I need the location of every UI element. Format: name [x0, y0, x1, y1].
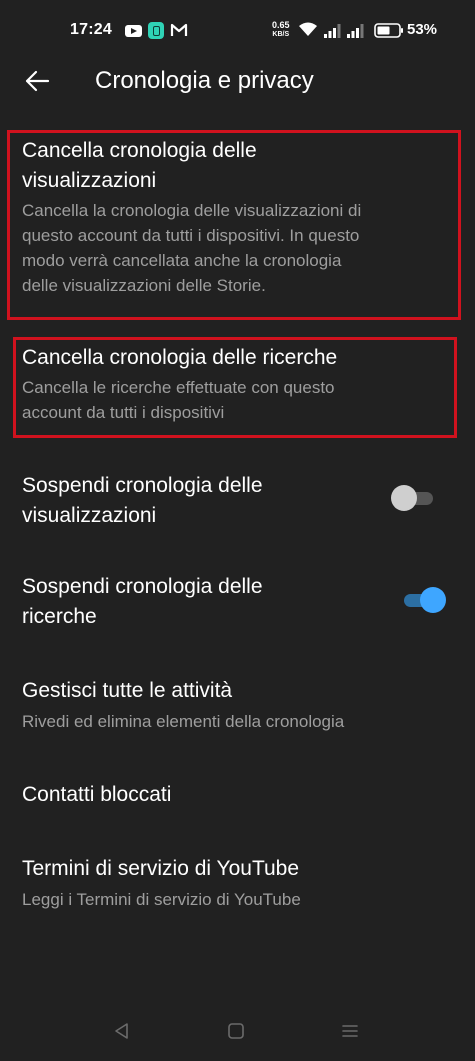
status-time: 17:24 — [70, 21, 112, 38]
title-line: Cancella cronologia delle — [22, 139, 257, 162]
pause-watch-history-title: Sospendi cronologia delle visualizzazion… — [22, 471, 263, 531]
pause-watch-history-toggle[interactable] — [391, 483, 437, 513]
network-speed: 0.65 KB/S — [272, 21, 290, 39]
description-line: questo account da tutti i dispositivi. I… — [22, 226, 360, 245]
pause-watch-history-item[interactable]: Sospendi cronologia delle visualizzazion… — [0, 465, 475, 537]
description-line: modo verrà cancellata anche la cronologi… — [22, 251, 342, 270]
page-title: Cronologia e privacy — [95, 67, 314, 94]
clear-search-history-title: Cancella cronologia delle ricerche — [22, 343, 337, 373]
clear-watch-history-description: Cancella la cronologia delle visualizzaz… — [22, 198, 361, 298]
description-line: Rivedi ed elimina elementi della cronolo… — [22, 712, 345, 731]
title-line: ricerche — [22, 605, 97, 628]
youtube-terms-description: Leggi i Termini di servizio di YouTube — [22, 887, 301, 912]
pause-search-history-title: Sospendi cronologia delle ricerche — [22, 572, 263, 632]
nav-back-icon[interactable] — [113, 1022, 131, 1040]
title-line: Gestisci tutte le attività — [22, 679, 233, 702]
manage-all-activity-item[interactable]: Gestisci tutte le attività Rivedi ed eli… — [0, 672, 475, 742]
clear-watch-history-title: Cancella cronologia delle visualizzazion… — [22, 136, 257, 196]
description-line: Cancella le ricerche effettuate con ques… — [22, 378, 335, 397]
pause-search-history-item[interactable]: Sospendi cronologia delle ricerche — [0, 568, 475, 640]
wifi-icon — [299, 22, 317, 36]
description-line: Leggi i Termini di servizio di YouTube — [22, 890, 301, 909]
description-line: Cancella la cronologia delle visualizzaz… — [22, 201, 362, 220]
youtube-terms-item[interactable]: Termini di servizio di YouTube Leggi i T… — [0, 848, 475, 918]
youtube-terms-title: Termini di servizio di YouTube — [22, 854, 299, 884]
battery-percent: 53% — [407, 21, 438, 38]
clear-search-history-description: Cancella le ricerche effettuate con ques… — [22, 375, 335, 425]
blocked-contacts-title: Contatti bloccati — [22, 780, 171, 810]
blocked-contacts-item[interactable]: Contatti bloccati — [0, 774, 475, 818]
network-speed-unit: KB/S — [272, 31, 290, 38]
title-line: Contatti bloccati — [22, 783, 172, 806]
app-notification-icon — [148, 22, 164, 39]
nav-home-icon[interactable] — [227, 1022, 245, 1040]
signal-icon-sim1 — [324, 24, 341, 38]
title-line: Sospendi cronologia delle — [22, 474, 263, 497]
status-bar: 17:24 0.65 KB/S 53% — [0, 0, 475, 60]
manage-all-activity-description: Rivedi ed elimina elementi della cronolo… — [22, 709, 344, 734]
nav-recents-icon[interactable] — [341, 1022, 359, 1040]
title-line: visualizzazioni — [22, 169, 157, 192]
youtube-notification-icon — [125, 25, 142, 37]
title-line: Sospendi cronologia delle — [22, 575, 263, 598]
description-line: delle visualizzazioni delle Storie. — [22, 276, 266, 295]
title-line: Cancella cronologia delle ricerche — [22, 346, 338, 369]
clear-watch-history-item[interactable]: Cancella cronologia delle visualizzazion… — [0, 130, 475, 320]
toggle-thumb — [420, 587, 446, 613]
toggle-thumb — [391, 485, 417, 511]
description-line: account da tutti i dispositivi — [22, 403, 225, 422]
pause-search-history-toggle[interactable] — [400, 585, 446, 615]
clear-search-history-item[interactable]: Cancella cronologia delle ricerche Cance… — [0, 337, 475, 438]
manage-all-activity-title: Gestisci tutte le attività — [22, 676, 232, 706]
network-speed-value: 0.65 — [272, 20, 290, 30]
gmail-notification-icon — [170, 23, 188, 36]
title-line: Termini di servizio di YouTube — [22, 857, 300, 880]
back-arrow-icon[interactable] — [22, 66, 52, 96]
signal-icon-sim2 — [347, 24, 364, 38]
battery-icon — [374, 23, 403, 38]
title-line: visualizzazioni — [22, 504, 157, 527]
